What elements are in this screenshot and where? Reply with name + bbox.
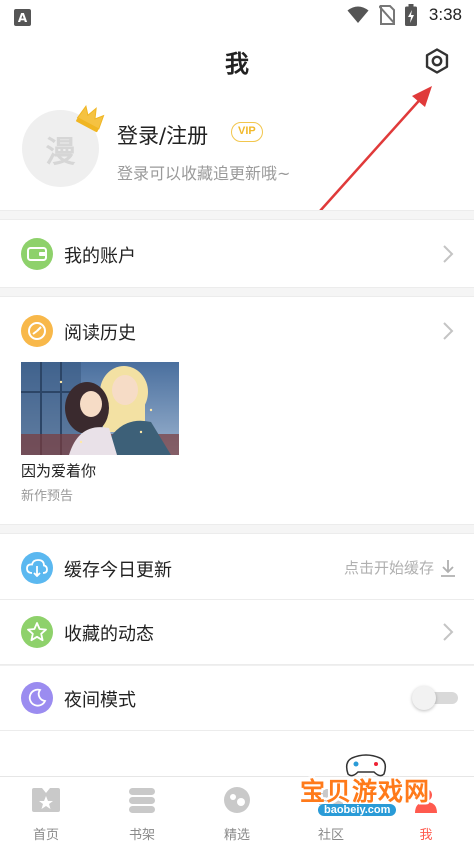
comic-cover-image[interactable]: [21, 362, 179, 455]
nav-item-home[interactable]: 首页: [11, 783, 81, 842]
featured-icon: [202, 783, 272, 817]
menu-item-cache[interactable]: 缓存今日更新 点击开始缓存: [0, 536, 474, 600]
wallet-icon: [21, 238, 53, 270]
night-mode-toggle[interactable]: [412, 686, 458, 710]
start-cache-label: 点击开始缓存: [343, 559, 434, 577]
nav-label: 首页: [32, 828, 59, 842]
nav-label-active: 我: [419, 828, 433, 842]
watermark-text: 宝贝游戏网: [300, 777, 431, 806]
app-notification-badge: A: [14, 9, 31, 26]
menu-item-account[interactable]: 我的账户: [0, 222, 474, 286]
section-divider: [0, 210, 474, 220]
star-icon: [21, 616, 53, 648]
profile-section[interactable]: 漫 登录/注册 VIP 登录可以收藏追更新哦~: [0, 98, 474, 210]
download-icon: [441, 559, 455, 577]
history-comic-card[interactable]: 因为爱着你 新作预告: [21, 362, 179, 504]
moon-icon: [21, 682, 53, 714]
menu-item-history[interactable]: 阅读历史: [0, 299, 474, 363]
toggle-knob: [412, 686, 436, 710]
app-header: 我: [0, 34, 474, 90]
menu-item-label: 我的账户: [64, 246, 136, 267]
cloud-download-icon: [21, 552, 53, 584]
clock-icon: [21, 315, 53, 347]
nav-item-featured[interactable]: 精选: [202, 783, 272, 842]
wifi-icon: [347, 6, 369, 23]
nav-label: 社区: [317, 828, 344, 842]
menu-item-night-mode[interactable]: 夜间模式: [0, 666, 474, 730]
gear-icon: [425, 48, 449, 74]
start-cache-button[interactable]: 点击开始缓存: [344, 557, 456, 578]
chevron-right-icon: [443, 245, 454, 263]
row-divider: [0, 730, 474, 731]
section-divider: [0, 524, 474, 534]
nav-item-bookshelf[interactable]: 书架: [107, 783, 177, 842]
crown-icon: [76, 105, 105, 133]
status-icons: 3:38: [347, 4, 462, 26]
menu-item-label: 缓存今日更新: [64, 560, 172, 581]
vip-badge: VIP: [231, 122, 263, 142]
watermark: 宝贝游戏网 baobeiy.com: [296, 752, 446, 824]
nav-label: 精选: [223, 828, 250, 842]
menu-item-label: 夜间模式: [64, 690, 136, 711]
login-hint: 登录可以收藏追更新哦~: [117, 164, 291, 183]
menu-item-favorites[interactable]: 收藏的动态: [0, 600, 474, 664]
chevron-right-icon: [443, 623, 454, 641]
comic-title[interactable]: 因为爱着你: [21, 460, 179, 481]
status-bar: A 3:38: [0, 0, 474, 34]
settings-button[interactable]: [421, 45, 453, 77]
page-title: 我: [225, 50, 249, 78]
chevron-right-icon: [443, 322, 454, 340]
no-sim-icon: [378, 5, 395, 25]
comic-status: 新作预告: [21, 489, 74, 504]
bookshelf-icon: [107, 783, 177, 817]
battery-charging-icon: [404, 4, 417, 26]
login-register-link[interactable]: 登录/注册: [117, 120, 208, 150]
nav-label: 书架: [128, 828, 155, 842]
menu-item-label: 收藏的动态: [64, 624, 154, 645]
status-time: 3:38: [428, 5, 462, 24]
section-divider: [0, 287, 474, 297]
home-icon: [11, 783, 81, 817]
menu-item-label: 阅读历史: [64, 323, 136, 344]
watermark-url: baobeiy.com: [318, 804, 397, 816]
